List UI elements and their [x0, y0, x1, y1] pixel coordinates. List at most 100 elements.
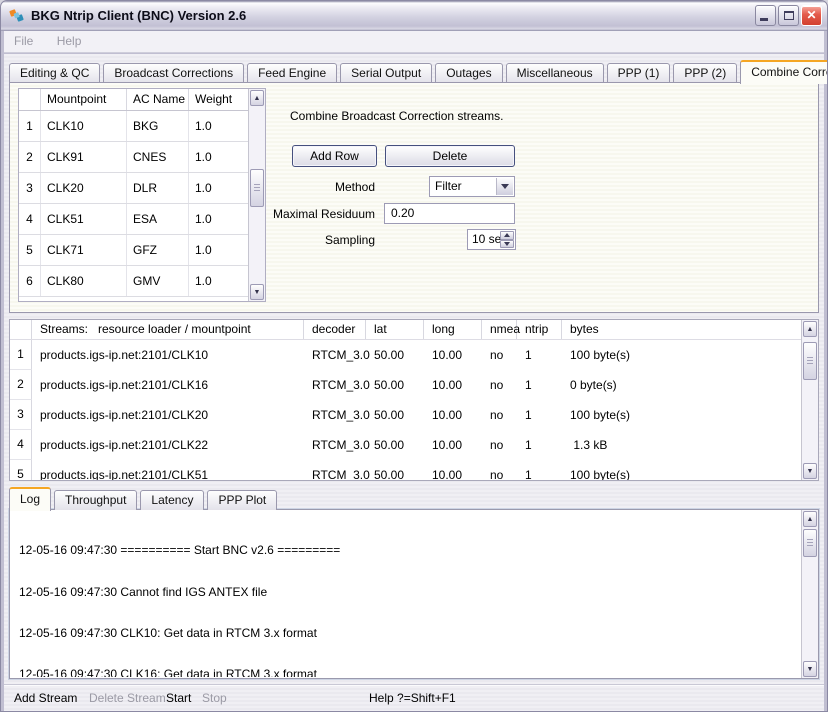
- cell-ac-name[interactable]: CNES: [127, 142, 189, 172]
- cell-nmea[interactable]: no: [482, 401, 517, 430]
- cell-decoder[interactable]: RTCM_3.0: [304, 461, 366, 482]
- header-weight[interactable]: Weight: [189, 89, 249, 110]
- cell-long[interactable]: 10.00: [424, 461, 482, 482]
- scrollbar-thumb[interactable]: [250, 169, 264, 207]
- spin-up-button[interactable]: [500, 231, 514, 240]
- header-streams[interactable]: Streams: resource loader / mountpoint: [32, 320, 304, 339]
- maximize-button[interactable]: [778, 5, 799, 26]
- header-ac-name[interactable]: AC Name: [127, 89, 189, 110]
- start-action[interactable]: Start: [166, 691, 191, 705]
- stream-row[interactable]: 2 products.igs-ip.net:2101/CLK16 RTCM_3.…: [10, 370, 801, 400]
- streams-table[interactable]: Streams: resource loader / mountpoint de…: [9, 319, 819, 481]
- log-scrollbar[interactable]: ▲ ▼: [801, 510, 818, 678]
- close-button[interactable]: ✕: [801, 5, 822, 26]
- cell-weight[interactable]: 1.0: [189, 235, 249, 265]
- add-row-button[interactable]: Add Row: [292, 145, 377, 167]
- maximal-residuum-input[interactable]: 0.20: [384, 203, 515, 224]
- cell-long[interactable]: 10.00: [424, 401, 482, 430]
- cell-stream[interactable]: products.igs-ip.net:2101/CLK16: [32, 371, 304, 400]
- cell-weight[interactable]: 1.0: [189, 111, 249, 141]
- cell-decoder[interactable]: RTCM_3.0: [304, 401, 366, 430]
- table-row[interactable]: 3 CLK20 DLR 1.0: [19, 173, 265, 204]
- tab-ppp-1[interactable]: PPP (1): [607, 63, 671, 83]
- cell-ntrip[interactable]: 1: [517, 431, 562, 460]
- cell-lat[interactable]: 50.00: [366, 341, 424, 370]
- tab-throughput[interactable]: Throughput: [54, 490, 137, 510]
- cell-nmea[interactable]: no: [482, 461, 517, 482]
- header-nmea[interactable]: nmea: [482, 320, 517, 339]
- tab-broadcast-corrections[interactable]: Broadcast Corrections: [103, 63, 244, 83]
- tab-outages[interactable]: Outages: [435, 63, 502, 83]
- table-row[interactable]: 6 CLK80 GMV 1.0: [19, 266, 265, 297]
- cell-ntrip[interactable]: 1: [517, 341, 562, 370]
- cell-long[interactable]: 10.00: [424, 371, 482, 400]
- header-decoder[interactable]: decoder: [304, 320, 366, 339]
- sampling-spinner[interactable]: 10 sec: [467, 229, 516, 250]
- cell-stream[interactable]: products.igs-ip.net:2101/CLK20: [32, 401, 304, 430]
- tab-log[interactable]: Log: [9, 487, 51, 511]
- cell-mountpoint[interactable]: CLK80: [41, 266, 127, 296]
- header-ntrip[interactable]: ntrip: [517, 320, 562, 339]
- cell-bytes[interactable]: 100 byte(s): [562, 461, 801, 482]
- cell-ac-name[interactable]: GMV: [127, 266, 189, 296]
- streams-scrollbar[interactable]: ▲ ▼: [801, 320, 818, 480]
- dropdown-button[interactable]: [496, 178, 513, 195]
- scroll-up-icon[interactable]: ▲: [250, 90, 264, 106]
- scrollbar-thumb[interactable]: [803, 529, 817, 557]
- log-panel[interactable]: 12-05-16 09:47:30 ========== Start BNC v…: [9, 509, 819, 679]
- tab-serial-output[interactable]: Serial Output: [340, 63, 432, 83]
- cell-mountpoint[interactable]: CLK71: [41, 235, 127, 265]
- title-bar[interactable]: BKG Ntrip Client (BNC) Version 2.6 ✕: [1, 1, 827, 31]
- cell-lat[interactable]: 50.00: [366, 371, 424, 400]
- header-long[interactable]: long: [424, 320, 482, 339]
- cell-ac-name[interactable]: ESA: [127, 204, 189, 234]
- table-row[interactable]: 4 CLK51 ESA 1.0: [19, 204, 265, 235]
- cell-weight[interactable]: 1.0: [189, 142, 249, 172]
- cell-mountpoint[interactable]: CLK20: [41, 173, 127, 203]
- table-row[interactable]: 2 CLK91 CNES 1.0: [19, 142, 265, 173]
- cell-ntrip[interactable]: 1: [517, 401, 562, 430]
- cell-nmea[interactable]: no: [482, 431, 517, 460]
- cell-weight[interactable]: 1.0: [189, 173, 249, 203]
- cell-ac-name[interactable]: DLR: [127, 173, 189, 203]
- cell-ntrip[interactable]: 1: [517, 371, 562, 400]
- tab-miscellaneous[interactable]: Miscellaneous: [506, 63, 604, 83]
- delete-button[interactable]: Delete: [385, 145, 515, 167]
- cell-nmea[interactable]: no: [482, 341, 517, 370]
- cell-lat[interactable]: 50.00: [366, 461, 424, 482]
- tab-latency[interactable]: Latency: [140, 490, 204, 510]
- stream-row[interactable]: 4 products.igs-ip.net:2101/CLK22 RTCM_3.…: [10, 430, 801, 460]
- cell-lat[interactable]: 50.00: [366, 401, 424, 430]
- cell-mountpoint[interactable]: CLK91: [41, 142, 127, 172]
- scroll-down-icon[interactable]: ▼: [250, 284, 264, 300]
- header-bytes[interactable]: bytes: [562, 320, 801, 339]
- add-stream-action[interactable]: Add Stream: [14, 691, 77, 705]
- menu-help[interactable]: Help: [47, 31, 92, 52]
- menu-file[interactable]: File: [4, 31, 43, 52]
- cell-weight[interactable]: 1.0: [189, 204, 249, 234]
- scroll-down-icon[interactable]: ▼: [803, 661, 817, 677]
- stream-row[interactable]: 5 products.igs-ip.net:2101/CLK51 RTCM_3.…: [10, 460, 801, 481]
- cell-weight[interactable]: 1.0: [189, 266, 249, 296]
- scrollbar-thumb[interactable]: [803, 342, 817, 380]
- table-row[interactable]: 5 CLK71 GFZ 1.0: [19, 235, 265, 266]
- cell-mountpoint[interactable]: CLK10: [41, 111, 127, 141]
- cell-stream[interactable]: products.igs-ip.net:2101/CLK10: [32, 341, 304, 370]
- tab-ppp-2[interactable]: PPP (2): [673, 63, 737, 83]
- cell-stream[interactable]: products.igs-ip.net:2101/CLK51: [32, 461, 304, 482]
- cell-decoder[interactable]: RTCM_3.0: [304, 431, 366, 460]
- scroll-up-icon[interactable]: ▲: [803, 321, 817, 337]
- cell-long[interactable]: 10.00: [424, 431, 482, 460]
- cell-decoder[interactable]: RTCM_3.0: [304, 341, 366, 370]
- header-mountpoint[interactable]: Mountpoint: [41, 89, 127, 110]
- minimize-button[interactable]: [755, 5, 776, 26]
- cell-stream[interactable]: products.igs-ip.net:2101/CLK22: [32, 431, 304, 460]
- spin-down-button[interactable]: [500, 240, 514, 249]
- scroll-down-icon[interactable]: ▼: [803, 463, 817, 479]
- cell-bytes[interactable]: 1.3 kB: [562, 431, 801, 460]
- cell-ntrip[interactable]: 1: [517, 461, 562, 482]
- tab-ppp-plot[interactable]: PPP Plot: [207, 490, 277, 510]
- scroll-up-icon[interactable]: ▲: [803, 511, 817, 527]
- cell-lat[interactable]: 50.00: [366, 431, 424, 460]
- cell-mountpoint[interactable]: CLK51: [41, 204, 127, 234]
